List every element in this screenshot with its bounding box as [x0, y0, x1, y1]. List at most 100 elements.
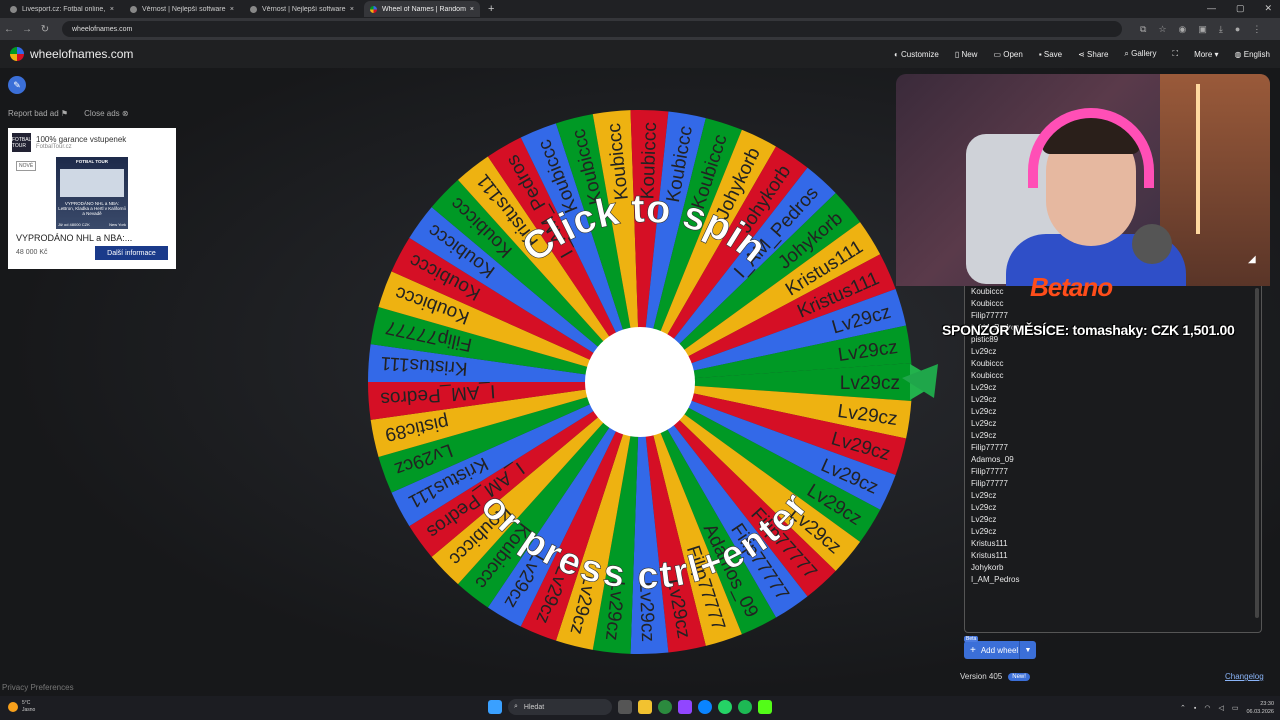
advertisement[interactable]: FOTBAL TOUR 100% garance vstupenek Fotba…: [8, 128, 176, 269]
browser-tab-active[interactable]: Wheel of Names | Random nam ×: [364, 1, 480, 17]
ad-new-badge: NOVÉ: [16, 161, 37, 171]
taskbar-search[interactable]: ⌕ Hledat: [508, 699, 612, 715]
system-tray: ⌃ ▪ ◠ ◁ ▭ 23:30 06.03.2026: [1180, 700, 1274, 716]
changelog-link[interactable]: Changelog: [1225, 672, 1264, 681]
kebab-menu-icon[interactable]: ⋮: [1252, 24, 1261, 35]
ad-links: Report bad ad ⚑ Close ads ⊗: [8, 109, 129, 118]
menu-more[interactable]: More ▾: [1194, 50, 1218, 59]
wifi-icon[interactable]: ◠: [1204, 704, 1210, 712]
entry-row: Koubiccc: [971, 299, 1004, 308]
chrome-icon[interactable]: [658, 700, 672, 714]
whatsapp-icon[interactable]: [718, 700, 732, 714]
ad-image: FOTBAL TOUR VYPRODÁNO NHL a NBA: LeBron,…: [56, 157, 128, 229]
task-view-icon[interactable]: [618, 700, 632, 714]
menu-customize[interactable]: ◐ Customize: [894, 50, 939, 59]
forward-icon[interactable]: →: [18, 24, 36, 35]
profile-icon[interactable]: ●: [1235, 24, 1240, 35]
cam-headset: [1028, 108, 1154, 188]
scrollbar[interactable]: [1255, 288, 1259, 618]
volume-icon[interactable]: ◁: [1218, 704, 1223, 712]
close-icon[interactable]: ×: [350, 6, 354, 13]
battery-icon[interactable]: ▭: [1232, 704, 1239, 712]
windows-start-icon[interactable]: [488, 700, 502, 714]
entries-textarea[interactable]: Koubiccc Koubiccc Filip77777 I_AM_Pedros pis…: [964, 286, 1262, 633]
entry-row: Lv29cz: [971, 383, 997, 392]
menu-gallery[interactable]: ⌕ Gallery: [1124, 49, 1156, 59]
site-logo[interactable]: wheelofnames.com: [10, 47, 133, 61]
pointer-arrow-icon: [902, 364, 938, 398]
tray-app-icon[interactable]: ▪: [1194, 705, 1196, 712]
minimize-icon[interactable]: —: [1207, 3, 1216, 14]
bookmark-star-icon[interactable]: ☆: [1158, 24, 1166, 35]
browser-tab[interactable]: Věrnost | Nejlepší software pro ×: [244, 1, 360, 17]
clock-time: 23:30: [1260, 701, 1274, 707]
entry-row: Lv29cz: [971, 515, 997, 524]
menu-share[interactable]: ⋖ Share: [1078, 50, 1108, 59]
report-bad-ad-link[interactable]: Report bad ad ⚑: [8, 109, 68, 118]
favicon-icon: [10, 5, 17, 13]
menu-open[interactable]: ▭ Open: [993, 50, 1022, 59]
entry-row: Koubiccc: [971, 359, 1004, 368]
twitch-icon[interactable]: [678, 700, 692, 714]
windows-taskbar: 5°C Jasno ⌕ Hledat ⌃ ▪ ◠ ◁ ▭ 23:30 06.03.20…: [0, 696, 1280, 720]
entry-row: Filip77777: [971, 479, 1008, 488]
chevron-down-icon[interactable]: ▼: [1019, 641, 1036, 659]
entry-row: Kristus111: [971, 551, 1008, 560]
url-field[interactable]: wheelofnames.com: [62, 21, 1122, 37]
fullscreen-icon[interactable]: ⛶: [1172, 49, 1178, 59]
close-icon[interactable]: ×: [230, 6, 234, 13]
wheel-center[interactable]: [585, 327, 695, 437]
menu-label: Gallery: [1131, 49, 1157, 58]
clock[interactable]: 23:30 06.03.2026: [1246, 700, 1274, 716]
add-wheel-button[interactable]: + Add wheel ▼: [964, 641, 1036, 659]
entry-row: Lv29cz: [971, 503, 997, 512]
back-icon[interactable]: ←: [0, 24, 18, 35]
maximize-icon[interactable]: ▢: [1236, 3, 1245, 14]
menu-label: Customize: [901, 49, 939, 59]
menu-new[interactable]: ▯ New: [955, 50, 978, 59]
weather-widget[interactable]: 5°C Jasno: [8, 700, 35, 714]
entry-row: Adamos_09: [971, 455, 1014, 464]
file-explorer-icon[interactable]: [638, 700, 652, 714]
privacy-preferences-link[interactable]: Privacy Preferences: [2, 683, 74, 692]
tab-title: Wheel of Names | Random nam: [382, 5, 466, 13]
spotify-icon[interactable]: [738, 700, 752, 714]
report-label: Report bad ad: [8, 109, 59, 118]
close-icon[interactable]: ×: [470, 6, 474, 13]
browser-tab[interactable]: Livesport.cz: Fotbal online, fotb ×: [4, 1, 120, 17]
search-icon: ⌕: [514, 703, 518, 710]
reload-icon[interactable]: ↻: [36, 24, 54, 35]
favicon-icon: [370, 5, 377, 13]
weather-temp: 5°C: [22, 700, 31, 706]
cam-lamp: [1196, 84, 1200, 234]
window-controls: — ▢ ✕: [1207, 3, 1272, 14]
ad-image-title: FOTBAL TOUR: [75, 159, 109, 164]
new-badge: New!: [1008, 672, 1030, 681]
tray-chevron-icon[interactable]: ⌃: [1180, 704, 1186, 712]
browser-tab[interactable]: Věrnost | Nejlepší software pro ×: [124, 1, 240, 17]
stream-logo-icon: ◢: [1248, 254, 1256, 265]
spin-wheel[interactable]: Lv29czLv29czLv29czLv29czLv29czLv29czFili…: [364, 102, 924, 662]
cam-microphone: [1132, 224, 1172, 264]
ad-cta-button[interactable]: Další informace: [95, 246, 168, 260]
favicon-icon: [130, 5, 137, 13]
menu-save[interactable]: ▪ Save: [1039, 50, 1062, 59]
menu-language[interactable]: ◍ English: [1235, 50, 1270, 59]
close-ads-link[interactable]: Close ads ⊗: [84, 109, 129, 118]
download-icon[interactable]: ⤓: [1219, 24, 1223, 35]
menu-label: New: [961, 49, 978, 59]
close-window-icon[interactable]: ✕: [1264, 3, 1272, 14]
ad-image-ice: [60, 169, 124, 197]
entry-row: Filip77777: [971, 443, 1008, 452]
translate-icon[interactable]: ⧉: [1140, 24, 1146, 35]
new-tab-icon[interactable]: +: [488, 3, 494, 15]
edge-icon[interactable]: [698, 700, 712, 714]
edit-pencil-icon[interactable]: ✎: [8, 76, 26, 94]
kick-icon[interactable]: [758, 700, 772, 714]
menu-label: English: [1243, 49, 1270, 59]
entry-row: Lv29cz: [971, 419, 997, 428]
entry-row: Lv29cz: [971, 491, 997, 500]
extension-icon[interactable]: ◉: [1179, 24, 1187, 35]
puzzle-icon[interactable]: ▣: [1198, 24, 1207, 35]
close-icon[interactable]: ×: [110, 6, 114, 13]
